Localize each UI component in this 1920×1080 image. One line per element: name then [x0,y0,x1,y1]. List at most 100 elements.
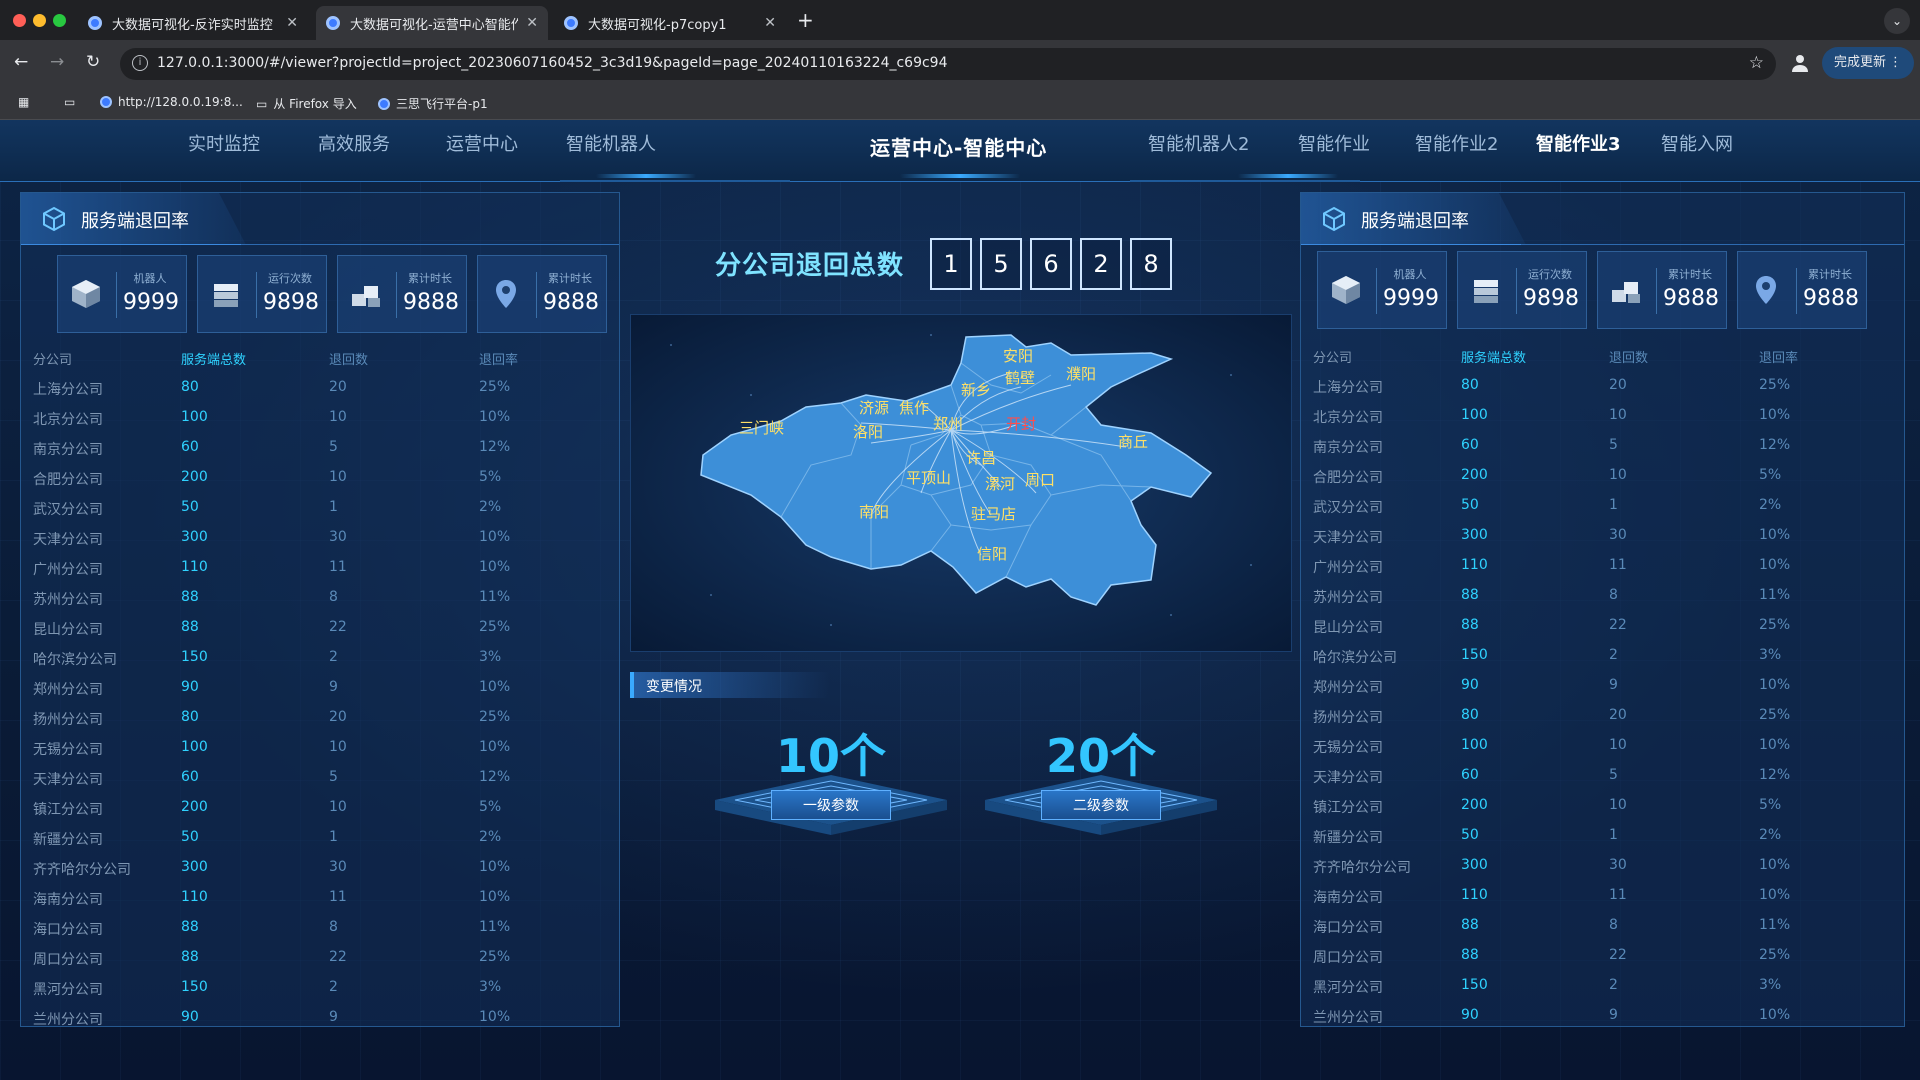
finish-update-button[interactable]: 完成更新 ⋮ [1822,47,1914,79]
table-row[interactable]: 南京分公司 60 5 12% [33,439,593,469]
table-row[interactable]: 武汉分公司 50 1 2% [1313,497,1873,527]
table-row[interactable]: 哈尔滨分公司 150 2 3% [1313,647,1873,677]
table-row[interactable]: 郑州分公司 90 9 10% [1313,677,1873,707]
browser-tab-2[interactable]: 大数据可视化-运营中心智能作业 ✕ [316,6,548,40]
new-tab-icon[interactable]: + [797,8,814,32]
nav-item-smart-job-2[interactable]: 智能作业2 [1415,130,1498,156]
city-label[interactable]: 南阳 [859,503,889,521]
table-row[interactable]: 合肥分公司 200 10 5% [33,469,593,499]
table-row[interactable]: 扬州分公司 80 20 25% [33,709,593,739]
column-header[interactable]: 分公司 [33,349,72,368]
reload-icon[interactable]: ↻ [86,52,100,72]
city-label[interactable]: 信阳 [977,545,1007,563]
city-label[interactable]: 安阳 [1003,347,1033,365]
table-row[interactable]: 南京分公司 60 5 12% [1313,437,1873,467]
table-row[interactable]: 郑州分公司 90 9 10% [33,679,593,709]
folder-icon[interactable]: ▭ [64,95,75,109]
minimize-window-button[interactable] [33,14,46,27]
browser-tab-3[interactable]: 大数据可视化-p7copy1 ✕ [554,6,786,40]
city-label[interactable]: 漯河 [985,475,1015,493]
table-row[interactable]: 齐齐哈尔分公司 300 30 10% [33,859,593,889]
henan-map[interactable]: 安阳 鹤壁 濮阳 新乡 济源 焦作 郑州 开封 三门峡 洛阳 商丘 许昌 平顶山… [630,314,1292,652]
nav-item-smart-job-3[interactable]: 智能作业3 [1536,130,1621,156]
city-label[interactable]: 三门峡 [739,419,784,437]
table-row[interactable]: 苏州分公司 88 8 11% [1313,587,1873,617]
table-row[interactable]: 黑河分公司 150 2 3% [1313,977,1873,1007]
bookmark-item[interactable]: 三思飞行平台-p1 [378,95,488,112]
table-row[interactable]: 齐齐哈尔分公司 300 30 10% [1313,857,1873,887]
column-header[interactable]: 退回率 [1759,347,1798,366]
table-row[interactable]: 周口分公司 88 22 25% [33,949,593,979]
bookmark-star-icon[interactable]: ☆ [1749,53,1764,73]
table-row[interactable]: 天津分公司 300 30 10% [1313,527,1873,557]
table-row[interactable]: 海口分公司 88 8 11% [1313,917,1873,947]
table-row[interactable]: 海南分公司 110 11 10% [1313,887,1873,917]
table-row[interactable]: 镇江分公司 200 10 5% [1313,797,1873,827]
table-row[interactable]: 昆山分公司 88 22 25% [33,619,593,649]
table-row[interactable]: 周口分公司 88 22 25% [1313,947,1873,977]
table-row[interactable]: 天津分公司 300 30 10% [33,529,593,559]
city-label[interactable]: 商丘 [1118,433,1148,451]
column-header[interactable]: 服务端总数 [181,349,246,368]
table-row[interactable]: 上海分公司 80 20 25% [33,379,593,409]
city-label[interactable]: 济源 [859,399,889,417]
city-label[interactable]: 驻马店 [971,505,1016,523]
apps-grid-icon[interactable]: ▦ [18,95,29,109]
table-row[interactable]: 镇江分公司 200 10 5% [33,799,593,829]
table-row[interactable]: 海南分公司 110 11 10% [33,889,593,919]
forward-arrow-icon[interactable]: → [50,52,64,72]
nav-item-smart-robot[interactable]: 智能机器人 [566,130,656,156]
close-icon[interactable]: ✕ [526,15,538,31]
bookmark-item[interactable]: ▭ 从 Firefox 导入 [256,95,357,112]
nav-item-realtime-monitor[interactable]: 实时监控 [188,130,260,156]
city-label[interactable]: 濮阳 [1066,365,1096,383]
table-row[interactable]: 无锡分公司 100 10 10% [1313,737,1873,767]
table-row[interactable]: 苏州分公司 88 8 11% [33,589,593,619]
city-label[interactable]: 许昌 [966,449,996,467]
maximize-window-button[interactable] [53,14,66,27]
table-row[interactable]: 哈尔滨分公司 150 2 3% [33,649,593,679]
table-row[interactable]: 黑河分公司 150 2 3% [33,979,593,1009]
city-label[interactable]: 新乡 [961,381,991,399]
city-label[interactable]: 洛阳 [853,423,883,441]
table-row[interactable]: 兰州分公司 90 9 10% [1313,1007,1873,1037]
city-label[interactable]: 平顶山 [906,469,951,487]
site-info-icon[interactable]: i [132,55,148,71]
close-icon[interactable]: ✕ [764,15,776,31]
close-window-button[interactable] [13,14,26,27]
column-header[interactable]: 分公司 [1313,347,1352,366]
city-label[interactable]: 鹤壁 [1005,369,1035,387]
table-row[interactable]: 新疆分公司 50 1 2% [33,829,593,859]
column-header[interactable]: 退回数 [329,349,368,368]
column-header[interactable]: 退回数 [1609,347,1648,366]
table-row[interactable]: 合肥分公司 200 10 5% [1313,467,1873,497]
table-row[interactable]: 北京分公司 100 10 10% [1313,407,1873,437]
profile-icon[interactable] [1790,53,1810,73]
url-input[interactable]: i 127.0.0.1:3000/#/viewer?projectId=proj… [120,48,1776,80]
table-row[interactable]: 上海分公司 80 20 25% [1313,377,1873,407]
city-label-highlight[interactable]: 开封 [1006,415,1036,433]
chevron-down-icon[interactable]: ⌄ [1884,8,1910,34]
city-label[interactable]: 焦作 [899,399,929,417]
table-row[interactable]: 天津分公司 60 5 12% [33,769,593,799]
table-row[interactable]: 扬州分公司 80 20 25% [1313,707,1873,737]
table-row[interactable]: 海口分公司 88 8 11% [33,919,593,949]
close-icon[interactable]: ✕ [286,15,298,31]
table-row[interactable]: 无锡分公司 100 10 10% [33,739,593,769]
column-header[interactable]: 服务端总数 [1461,347,1526,366]
browser-tab-1[interactable]: 大数据可视化-反诈实时监控 ✕ [78,6,308,40]
nav-item-smart-robot-2[interactable]: 智能机器人2 [1148,130,1249,156]
province-shape[interactable] [700,334,1213,606]
nav-item-smart-network[interactable]: 智能入网 [1661,130,1733,156]
column-header[interactable]: 退回率 [479,349,518,368]
table-row[interactable]: 北京分公司 100 10 10% [33,409,593,439]
nav-item-operation-center[interactable]: 运营中心 [446,130,518,156]
table-row[interactable]: 兰州分公司 90 9 10% [33,1009,593,1039]
city-label[interactable]: 周口 [1025,471,1055,489]
table-row[interactable]: 昆山分公司 88 22 25% [1313,617,1873,647]
table-row[interactable]: 广州分公司 110 11 10% [1313,557,1873,587]
table-row[interactable]: 新疆分公司 50 1 2% [1313,827,1873,857]
nav-item-smart-job[interactable]: 智能作业 [1298,130,1370,156]
bookmark-item[interactable]: http://128.0.0.19:8... [100,95,243,109]
nav-item-efficient-service[interactable]: 高效服务 [318,130,390,156]
